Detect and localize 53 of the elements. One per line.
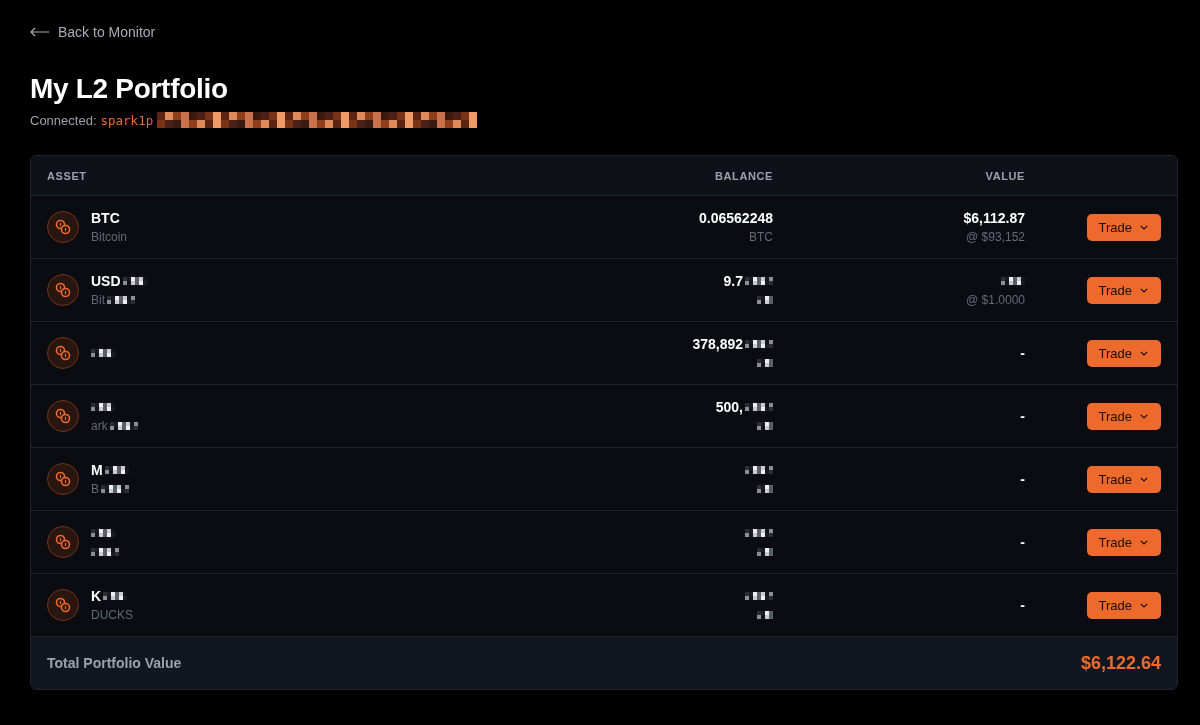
trade-button[interactable]: Trade <box>1086 339 1161 367</box>
chevron-down-icon <box>1140 476 1148 482</box>
trade-button[interactable]: Trade <box>1086 528 1161 556</box>
asset-symbol: M <box>91 462 103 478</box>
column-header: VALUE <box>984 169 1025 182</box>
chevron-down-icon <box>1140 350 1148 356</box>
chevron-down-icon <box>1140 224 1148 230</box>
trade-button[interactable]: Trade <box>1086 465 1161 493</box>
asset-name: DUCKS <box>91 608 133 622</box>
total-value: $6,122.64 <box>1080 652 1161 674</box>
page-title: My L2 Portfolio <box>30 72 229 106</box>
column-header: ASSET <box>47 169 88 182</box>
coins-icon <box>47 589 79 621</box>
asset-name: ark <box>91 419 108 433</box>
chevron-down-icon <box>1140 287 1148 293</box>
usd-value: - <box>1020 597 1025 613</box>
back-link[interactable]: Back to Monitor <box>30 22 156 42</box>
coins-icon <box>47 400 79 432</box>
usd-value: - <box>1020 345 1025 361</box>
usd-value: $6,112.87 <box>963 210 1025 226</box>
coins-icon <box>47 526 79 558</box>
wallet-address: spark1p <box>100 112 154 128</box>
balance-unit: BTC <box>749 230 773 244</box>
asset-name: Bitcoin <box>91 230 128 244</box>
coins-icon <box>47 211 79 243</box>
connected-label: Connected: <box>30 112 97 128</box>
unit-price: @ $1.0000 <box>966 293 1025 307</box>
trade-button[interactable]: Trade <box>1086 276 1161 304</box>
balance-amount: 0.06562248 <box>699 210 773 226</box>
asset-symbol: BTC <box>91 210 120 226</box>
asset-symbol: K <box>91 588 102 604</box>
coins-icon <box>47 274 79 306</box>
balance-amount: 500, <box>715 399 743 415</box>
unit-price: @ $93,152 <box>966 230 1025 244</box>
asset-symbol: USD <box>91 273 121 289</box>
coins-icon <box>47 463 79 495</box>
trade-button[interactable]: Trade <box>1086 402 1161 430</box>
coins-icon <box>47 337 79 369</box>
trade-button[interactable]: Trade <box>1086 591 1161 619</box>
chevron-down-icon <box>1140 539 1148 545</box>
balance-amount: 378,892 <box>692 336 743 352</box>
total-label: Total Portfolio Value <box>47 655 182 671</box>
asset-name: Bit <box>91 293 105 307</box>
balance-amount: 9.7 <box>723 273 743 289</box>
arrow-left-icon <box>30 27 50 37</box>
usd-value: - <box>1020 534 1025 550</box>
asset-name: B <box>91 482 99 496</box>
trade-button[interactable]: Trade <box>1086 213 1161 241</box>
chevron-down-icon <box>1140 602 1148 608</box>
usd-value: - <box>1020 471 1025 487</box>
column-header: BALANCE <box>714 169 773 182</box>
usd-value: - <box>1020 408 1025 424</box>
chevron-down-icon <box>1140 413 1148 419</box>
